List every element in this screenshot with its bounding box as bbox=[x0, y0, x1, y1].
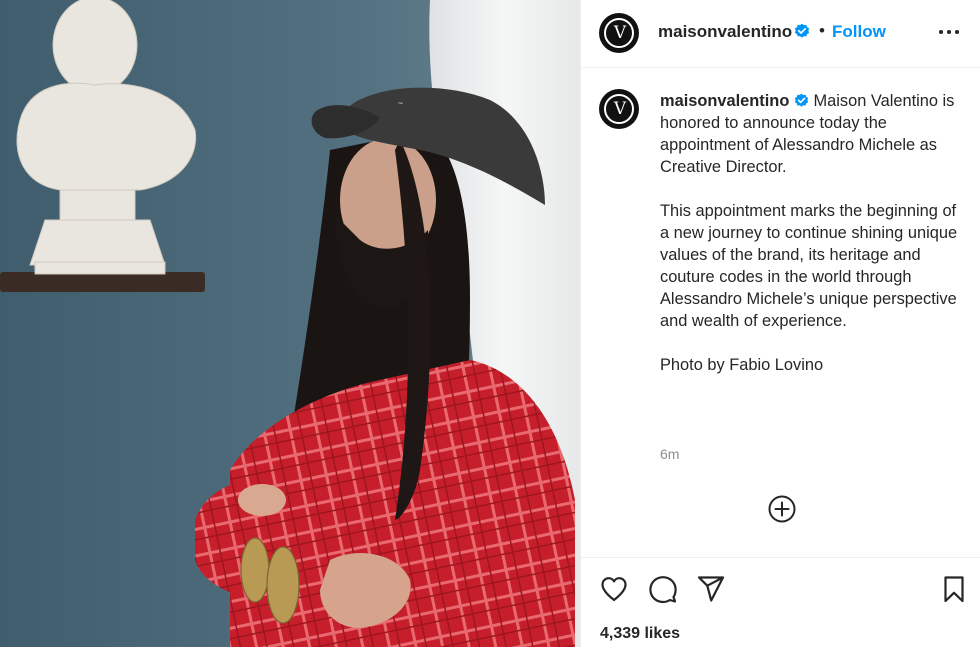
caption-section: V maisonvalentino Maison Valentino is ho… bbox=[581, 69, 980, 557]
caption-username[interactable]: maisonvalentino bbox=[660, 92, 789, 110]
post-header: V maisonvalentino • Follow bbox=[581, 0, 980, 68]
bookmark-icon[interactable] bbox=[939, 574, 969, 604]
avatar[interactable]: V bbox=[599, 13, 639, 53]
caption-text-body: This appointment marks the beginning of … bbox=[660, 202, 958, 330]
post-sidebar: V maisonvalentino • Follow V maisonvalen… bbox=[580, 0, 980, 647]
verified-badge-icon bbox=[794, 23, 810, 38]
likes-count[interactable]: 4,339 likes bbox=[600, 625, 680, 643]
verified-badge-icon bbox=[794, 93, 809, 107]
comment-icon[interactable] bbox=[648, 574, 678, 604]
post-timestamp[interactable]: 6m bbox=[660, 446, 679, 462]
add-comment-icon[interactable] bbox=[767, 494, 797, 524]
separator-dot: • bbox=[819, 21, 825, 40]
follow-button[interactable]: Follow bbox=[832, 22, 886, 42]
caption-photo-credit: Photo by Fabio Lovino bbox=[660, 356, 824, 374]
more-options-icon[interactable] bbox=[937, 22, 961, 42]
action-bar: 4,339 likes bbox=[581, 557, 980, 647]
author-username[interactable]: maisonvalentino bbox=[658, 22, 792, 42]
share-icon[interactable] bbox=[696, 574, 726, 604]
avatar-monogram: V bbox=[613, 98, 626, 119]
post-photo[interactable]: ~ bbox=[0, 0, 580, 647]
post-image: ~ bbox=[0, 0, 580, 647]
post-caption: maisonvalentino Maison Valentino is hono… bbox=[660, 90, 960, 376]
svg-text:~: ~ bbox=[398, 98, 403, 108]
heart-icon[interactable] bbox=[599, 574, 629, 604]
caption-avatar[interactable]: V bbox=[599, 89, 639, 129]
avatar-monogram: V bbox=[613, 22, 626, 43]
